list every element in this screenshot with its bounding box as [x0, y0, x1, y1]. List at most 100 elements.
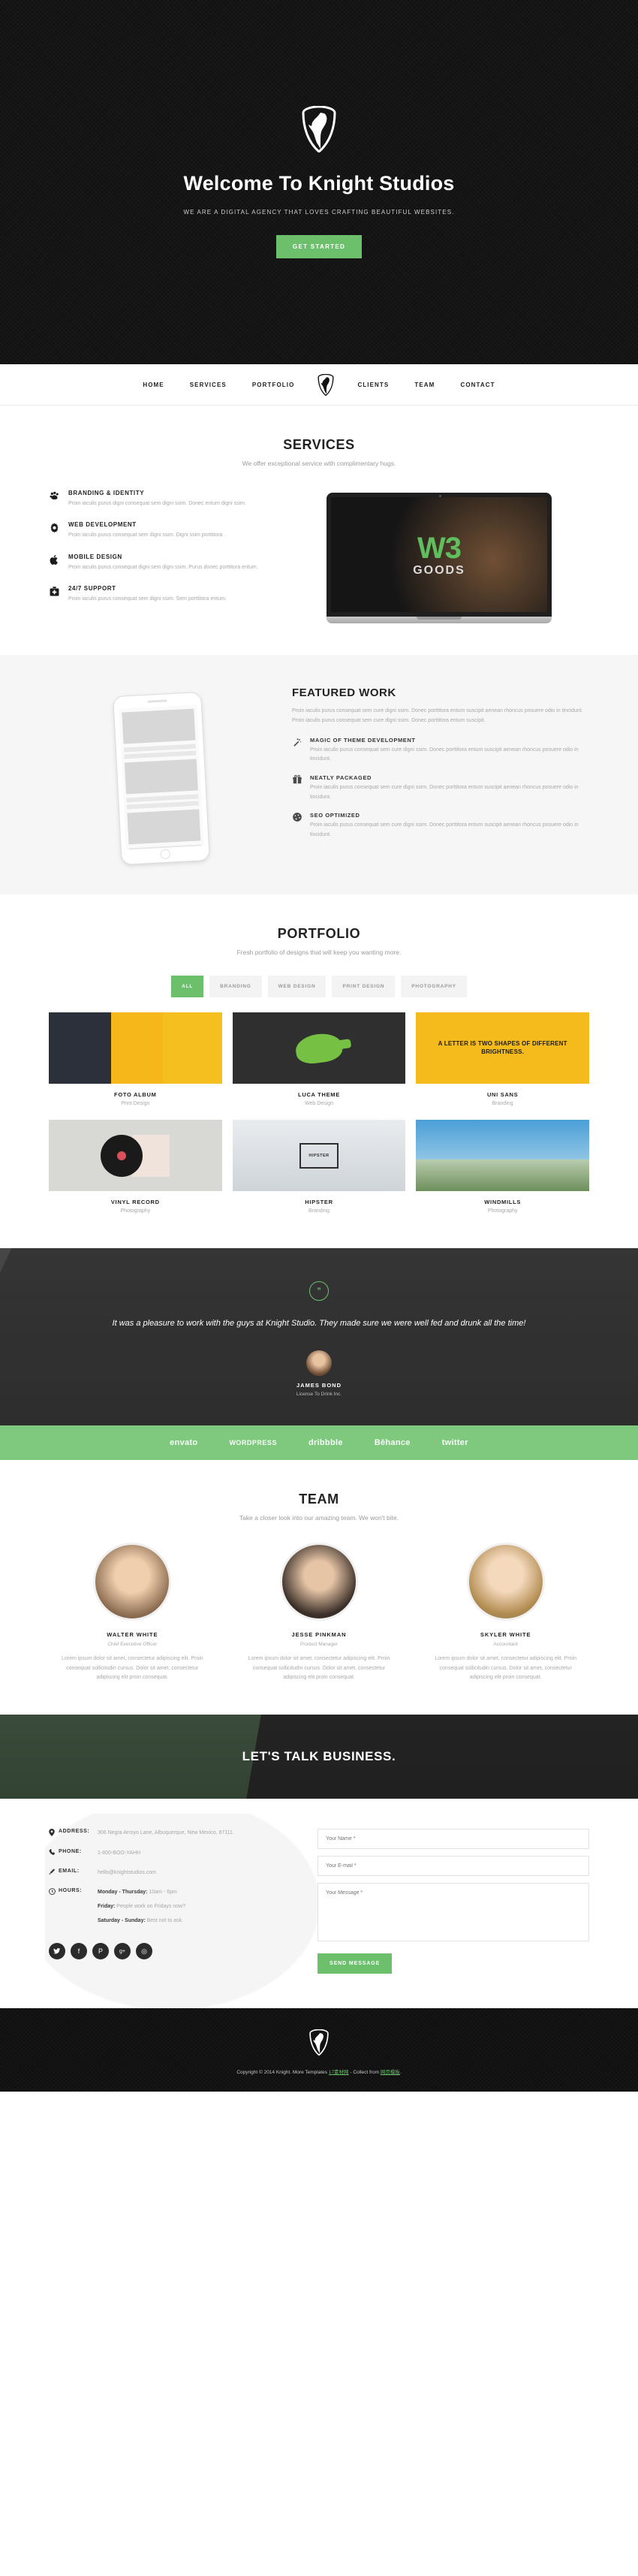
message-field[interactable]: [317, 1883, 589, 1942]
team-member-bio: Lorem ipsum dolor sit amet, consectetur …: [61, 1655, 203, 1681]
business-banner: LET'S TALK BUSINESS.: [0, 1715, 638, 1799]
hero-section: Welcome To Knight Studios WE ARE A DIGIT…: [0, 0, 638, 364]
portfolio-item[interactable]: LUCA THEME Web Design: [232, 1012, 406, 1109]
team-member-name: WALTER WHITE: [107, 1630, 158, 1638]
nav-item-clients[interactable]: CLIENTS: [345, 382, 402, 388]
team-member-photo: [279, 1542, 358, 1621]
nav-item-portfolio[interactable]: PORTFOLIO: [239, 382, 308, 388]
portfolio-item[interactable]: HIPSTER HIPSTER Branding: [232, 1120, 406, 1217]
portfolio-thumbnail-uni-sans[interactable]: A LETTER IS TWO SHAPES OF DIFFERENT BRIG…: [416, 1012, 589, 1084]
twitter-logo[interactable]: twitter: [442, 1438, 468, 1447]
envato-logo[interactable]: envato: [170, 1438, 197, 1447]
copyright-post: .: [399, 2070, 402, 2076]
copyright-pre: Copyright © 2014 Knight. More Templates: [236, 2070, 329, 2076]
hours-days: Monday - Thursday:: [98, 1889, 148, 1895]
knight-horse-shield-logo-icon: [302, 106, 336, 152]
team-section: TEAM Take a closer look into our amazing…: [0, 1460, 638, 1715]
filter-branding[interactable]: BRANDING: [209, 976, 262, 997]
behance-logo[interactable]: Bēhance: [375, 1438, 411, 1447]
contact-phone-value: 1-800-BOO-YAHH: [98, 1851, 141, 1856]
facebook-icon[interactable]: f: [71, 1943, 87, 1960]
dribbble-logo[interactable]: dribbble: [308, 1438, 343, 1447]
pinterest-icon[interactable]: P: [92, 1943, 109, 1960]
magic-wand-icon: [292, 737, 310, 765]
clock-icon: [49, 1887, 59, 1926]
nav-knight-logo-icon[interactable]: [317, 373, 334, 396]
service-title: MOBILE DESIGN: [68, 553, 122, 560]
portfolio-thumbnail-hipster[interactable]: HIPSTER: [232, 1120, 406, 1191]
nav-item-home[interactable]: HOME: [130, 382, 176, 388]
contact-hours-label: HOURS:: [59, 1887, 83, 1893]
name-field[interactable]: [317, 1829, 589, 1850]
dribbble-icon[interactable]: ◎: [136, 1943, 152, 1960]
first-aid-kit-icon: [49, 585, 68, 604]
speedometer-icon: [292, 812, 310, 840]
footer: Copyright © 2014 Knight. More Templates …: [0, 2008, 638, 2092]
copyright-link-2[interactable]: 网页模板: [381, 2070, 400, 2075]
google-plus-icon[interactable]: g+: [114, 1943, 131, 1960]
portfolio-thumbnail-text: A LETTER IS TWO SHAPES OF DIFFERENT BRIG…: [438, 1039, 567, 1055]
portfolio-thumbnail-windmills[interactable]: [416, 1120, 589, 1191]
filter-all[interactable]: ALL: [171, 976, 204, 997]
portfolio-item-title: VINYL RECORD: [110, 1199, 160, 1205]
testimonial-author-role: License To Drink Inc.: [296, 1391, 342, 1397]
laptop-base: [327, 617, 552, 623]
portfolio-grid: FOTO ALBUM Print Design LUCA THEME Web D…: [49, 1012, 589, 1217]
team-subtitle: Take a closer look into our amazing team…: [239, 1513, 399, 1522]
portfolio-item-title: LUCA THEME: [298, 1091, 340, 1098]
featured-item-title: NEATLY PACKAGED: [310, 774, 372, 782]
team-member: SKYLER WHITE Accountant Lorem ipsum dolo…: [422, 1542, 589, 1684]
contact-form[interactable]: SEND MESSAGE: [317, 1829, 589, 1974]
portfolio-item[interactable]: WINDMILLS Photography: [416, 1120, 589, 1217]
testimonial-text: It was a pleasure to work with the guys …: [112, 1319, 526, 1328]
nav-item-services[interactable]: SERVICES: [177, 382, 239, 388]
portfolio-item[interactable]: A LETTER IS TWO SHAPES OF DIFFERENT BRIG…: [416, 1012, 589, 1109]
get-started-button[interactable]: GET STARTED: [275, 235, 363, 258]
contact-section: ADDRESS: 306 Negra Arroyo Lane, Albuquer…: [0, 1799, 638, 2009]
portfolio-filters[interactable]: ALL BRANDING WEB DESIGN PRINT DESIGN PHO…: [49, 976, 589, 997]
filter-photography[interactable]: PHOTOGRAPHY: [401, 976, 467, 997]
portfolio-thumbnail-vinyl-record[interactable]: [49, 1120, 222, 1191]
social-links[interactable]: f P g+ ◎: [49, 1943, 296, 1960]
contact-phone-line: PHONE: 1-800-BOO-YAHH: [49, 1848, 296, 1858]
portfolio-title: PORTFOLIO: [277, 926, 361, 941]
testimonial-section: ” It was a pleasure to work with the guy…: [0, 1248, 638, 1425]
services-subtitle: We offer exceptional service with compli…: [242, 460, 396, 467]
hours-value: 10am - 6pm: [147, 1889, 177, 1895]
copyright-link-1[interactable]: 17素材网: [329, 2070, 349, 2075]
wordpress-logo[interactable]: WORDPRESS: [229, 1439, 277, 1446]
hours-value: People work on Fridays now?: [115, 1903, 186, 1909]
phone-mockup: [49, 686, 274, 865]
team-member-photo: [93, 1542, 172, 1621]
service-item: MOBILE DESIGN Proin iaculis purus conseq…: [49, 554, 274, 572]
portfolio-subtitle: Fresh portfolio of designs that will kee…: [236, 949, 402, 956]
portfolio-item[interactable]: VINYL RECORD Photography: [49, 1120, 222, 1217]
nav-item-contact[interactable]: CONTACT: [447, 382, 507, 388]
portfolio-item[interactable]: FOTO ALBUM Print Design: [49, 1012, 222, 1109]
featured-item: NEATLY PACKAGED Proin iaculis purus cons…: [292, 774, 589, 802]
filter-web-design[interactable]: WEB DESIGN: [267, 976, 327, 997]
portfolio-thumbnail-foto-album[interactable]: [49, 1012, 222, 1084]
team-member-role: Chief Executive Officer: [107, 1641, 158, 1647]
send-message-button[interactable]: SEND MESSAGE: [317, 1953, 393, 1974]
main-navigation[interactable]: HOME SERVICES PORTFOLIO CLIENTS TEAM CON…: [0, 364, 638, 406]
email-field[interactable]: [317, 1856, 589, 1877]
contact-hours-values: Monday - Thursday: 10am - 6pm Friday: Pe…: [98, 1888, 185, 1926]
pencil-icon: [49, 1869, 59, 1878]
nav-item-team[interactable]: TEAM: [402, 382, 447, 388]
contact-address-value: 306 Negra Arroyo Lane, Albuquerque, New …: [98, 1830, 234, 1836]
portfolio-thumbnail-luca-theme[interactable]: [232, 1012, 406, 1084]
team-member-role: Accountant: [493, 1641, 518, 1647]
portfolio-item-category: Branding: [492, 1101, 513, 1106]
team-member: JESSE PINKMAN Product Manager Lorem ipsu…: [236, 1542, 403, 1684]
testimonial-author-name: JAMES BOND: [296, 1381, 342, 1389]
contact-email-value[interactable]: hello@knightstudios.com: [98, 1869, 156, 1878]
hero-subtitle: WE ARE A DIGITAL AGENCY THAT LOVES CRAFT…: [183, 209, 455, 216]
services-list: BRANDING & IDENTITY Proin iaculis purus …: [49, 490, 274, 623]
contact-address-line: ADDRESS: 306 Negra Arroyo Lane, Albuquer…: [49, 1829, 296, 1838]
filter-print-design[interactable]: PRINT DESIGN: [332, 976, 396, 997]
portfolio-item-category: Branding: [308, 1208, 330, 1214]
phone-screen: [119, 704, 204, 850]
featured-item-title: SEO OPTIMIZED: [310, 812, 360, 819]
twitter-icon[interactable]: [49, 1943, 65, 1960]
